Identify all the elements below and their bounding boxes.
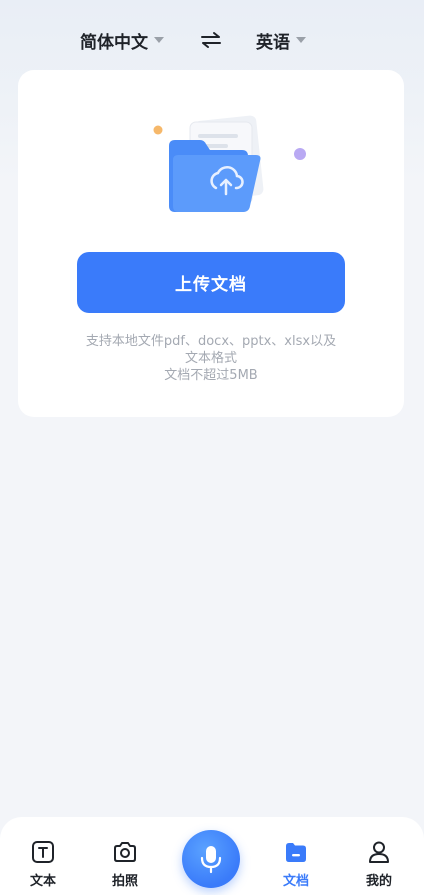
document-folder-illustration — [138, 114, 308, 224]
source-language-label: 简体中文 — [80, 32, 148, 53]
language-bar: 简体中文 英语 — [0, 22, 424, 58]
hint-size-limit: 文档不超过5MB — [164, 368, 258, 383]
upload-card: 上传文档 支持本地文件pdf、docx、pptx、xlsx以及 文本格式 文档不… — [18, 70, 404, 417]
nav-item-document[interactable]: 文档 — [271, 839, 321, 889]
upload-hint: 支持本地文件pdf、docx、pptx、xlsx以及 文本格式 文档不超过5MB — [58, 333, 364, 384]
microphone-icon — [200, 846, 222, 874]
target-language-selector[interactable]: 英语 — [256, 22, 306, 58]
document-folder-icon — [286, 843, 306, 862]
nav-item-text-label: 文本 — [29, 874, 56, 889]
swap-languages-icon[interactable] — [199, 28, 223, 52]
nav-item-photo-label: 拍照 — [111, 874, 138, 889]
text-icon — [32, 841, 54, 863]
chevron-down-icon — [154, 37, 164, 43]
hint-supported-formats: 支持本地文件pdf、docx、pptx、xlsx以及 — [85, 334, 337, 349]
nav-item-text[interactable]: 文本 — [18, 839, 68, 889]
hint-text-format: 文本格式 — [184, 351, 237, 366]
voice-input-button[interactable] — [182, 830, 240, 888]
nav-item-photo[interactable]: 拍照 — [100, 839, 150, 889]
nav-item-mine-label: 我的 — [365, 874, 392, 889]
target-language-label: 英语 — [256, 32, 290, 53]
camera-icon — [114, 842, 136, 862]
upload-document-button[interactable]: 上传文档 — [77, 252, 345, 313]
nav-item-document-label: 文档 — [282, 874, 309, 889]
nav-item-mine[interactable]: 我的 — [354, 839, 404, 889]
chevron-down-icon — [296, 37, 306, 43]
user-icon — [369, 841, 389, 863]
source-language-selector[interactable]: 简体中文 — [80, 22, 164, 58]
